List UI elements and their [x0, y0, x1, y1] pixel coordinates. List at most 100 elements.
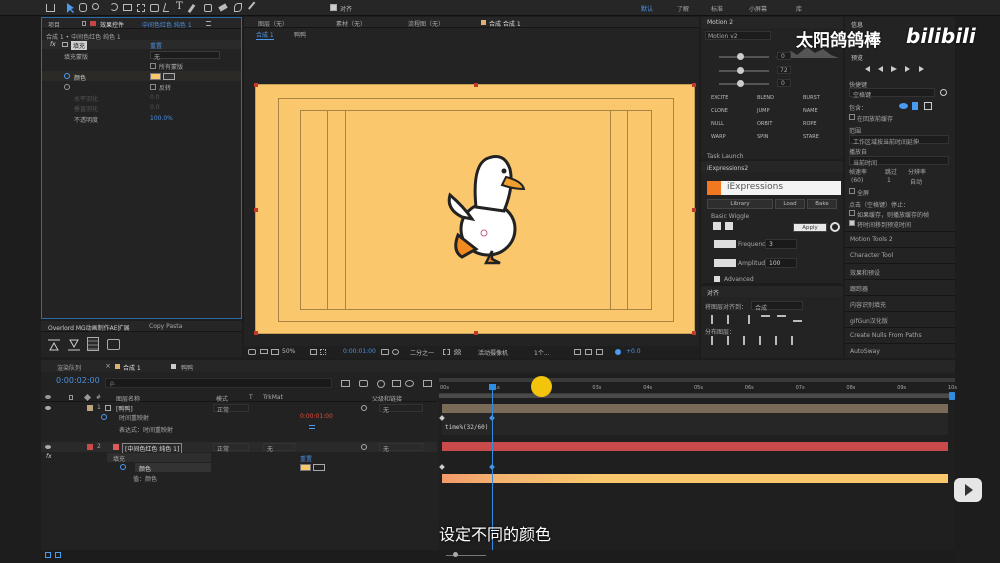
flowchart-icon[interactable] [596, 349, 603, 355]
iexp-bake-tab[interactable]: Bake [807, 199, 837, 209]
frame-blend-icon[interactable] [392, 380, 401, 387]
panel-menu-icon[interactable] [206, 21, 211, 26]
duck-character[interactable] [442, 147, 526, 265]
comp-mini-flowchart-icon[interactable] [341, 380, 350, 387]
motion-btn-burst[interactable]: BURST [803, 95, 820, 101]
fps-value[interactable]: (60) [851, 177, 863, 184]
timeline-color-swatch[interactable] [300, 464, 311, 471]
layer-2-label-color[interactable] [87, 444, 93, 450]
work-area-bar[interactable] [439, 394, 949, 398]
fill-mask-dropdown[interactable]: 无 [150, 51, 220, 61]
status-icon-1[interactable] [45, 552, 51, 558]
motion-btn-orbit[interactable]: ORBIT [757, 121, 772, 127]
layer-1-mode-dropdown[interactable]: 正常 [213, 404, 249, 414]
fit-icon[interactable] [310, 349, 317, 355]
eraser-tool-icon[interactable] [218, 3, 228, 12]
brush-tool-icon[interactable] [187, 3, 196, 14]
motion-btn-warp[interactable]: WARP [711, 134, 726, 140]
expression-enable-icon[interactable] [309, 425, 315, 429]
3d-glasses-icon[interactable] [260, 349, 268, 354]
tab-flowchart-none[interactable]: 流程图（无） [408, 19, 444, 28]
workspace-default[interactable]: 默认 [641, 4, 653, 13]
advanced-toggle-icon[interactable] [714, 276, 720, 282]
camera-dropdown[interactable]: 活动摄像机 [478, 348, 508, 357]
preview-tab[interactable]: 预览 [851, 53, 863, 62]
color-prop-row[interactable]: 颜色 [41, 463, 437, 473]
time-option-checkbox[interactable] [849, 220, 855, 226]
timeline-toggle-icon[interactable] [585, 349, 592, 355]
fill-effect-reset[interactable]: 重置 [300, 454, 312, 463]
align-vcenter-icon[interactable] [777, 315, 786, 322]
tab-composition[interactable]: 合成 合成 1 [489, 19, 521, 28]
zoom-tool-icon[interactable] [92, 3, 99, 10]
iexp-preset-icon-2[interactable] [725, 222, 733, 230]
effect-reset[interactable]: 重置 [150, 41, 162, 50]
composition-canvas[interactable] [254, 83, 696, 335]
h-feather-value[interactable]: 0.0 [150, 94, 160, 101]
timeline-search[interactable]: ρ. [105, 378, 332, 388]
viewer-timecode[interactable]: 0:00:01:00 [343, 348, 376, 355]
handle-bm[interactable] [474, 331, 478, 335]
tab-timeline-duck[interactable]: 鸭鸭 [181, 363, 193, 372]
comp-close-icon[interactable]: × [105, 363, 111, 370]
layer-2-row[interactable]: 2 [中间色红色 纯色 1] 正常 无 无 [41, 442, 437, 454]
transparency-grid-icon[interactable] [454, 349, 461, 355]
include-overlay-icon[interactable] [924, 102, 932, 110]
effect-row-fill[interactable]: fx 填充 重置 [42, 40, 241, 50]
eyedropper-icon[interactable] [163, 73, 175, 80]
layer-2-trkmat-dropdown[interactable]: 无 [263, 443, 295, 453]
motion-version-dropdown[interactable]: Motion v2 [705, 31, 771, 40]
shortcut-dropdown[interactable]: 空格键 [849, 88, 935, 99]
grid-icon[interactable] [320, 349, 326, 355]
prev-frame-icon[interactable] [878, 66, 883, 72]
panel-list-item[interactable]: 内容识别填充 [845, 295, 955, 310]
motion-input-1[interactable]: 0 [777, 52, 791, 60]
fullscreen-checkbox[interactable] [849, 188, 855, 194]
layer-2-mode-dropdown[interactable]: 正常 [213, 443, 249, 453]
iexp-load-tab[interactable]: Load [775, 199, 805, 209]
stopwatch-icon[interactable] [64, 73, 70, 79]
tab-copy-pasta[interactable]: Copy Pasta [149, 323, 182, 330]
expression-text[interactable]: time%(32/60) [445, 424, 488, 431]
selection-tool-icon[interactable] [65, 2, 75, 14]
clone-tool-icon[interactable] [204, 4, 212, 12]
tab-render-queue[interactable]: 渲染队列 [57, 363, 81, 372]
motion-slider-3[interactable] [719, 80, 769, 87]
layer-1-label-color[interactable] [87, 405, 93, 411]
motion-btn-name[interactable]: NAME [803, 108, 818, 114]
frequency-keyframe-icon[interactable] [714, 240, 736, 248]
all-masks-checkbox[interactable] [150, 63, 156, 69]
status-icon-2[interactable] [55, 552, 61, 558]
motion-input-3[interactable]: 0 [777, 79, 791, 87]
overlord-settings-icon[interactable] [107, 339, 120, 350]
snapshot-icon[interactable] [381, 349, 389, 355]
hand-tool-icon[interactable] [79, 3, 87, 12]
subtab-comp[interactable]: 合成 1 [256, 30, 274, 40]
motion-btn-null[interactable]: NULL [711, 121, 724, 127]
home-icon[interactable] [46, 4, 55, 12]
opacity-value[interactable]: 100.0% [150, 115, 173, 122]
overlord-pull-icon[interactable] [67, 339, 81, 351]
range-dropdown[interactable]: 工作区域按当前时间延伸 [849, 135, 949, 146]
align-bottom-icon[interactable] [793, 315, 802, 322]
motion-title[interactable]: Motion 2 [707, 19, 733, 26]
layer-1-row[interactable]: 1 [鸭鸭] 正常 无 [41, 404, 437, 414]
amplitude-keyframe-icon[interactable] [714, 259, 736, 267]
panel-list-item[interactable]: Create Nulls From Paths [845, 327, 955, 342]
tab-overlord[interactable]: Overlord MG动画制作AE扩展 [48, 323, 130, 332]
views-dropdown[interactable]: 1个... [534, 348, 550, 357]
exposure-icon[interactable] [615, 349, 621, 355]
align-left-icon[interactable] [711, 315, 718, 324]
bilibili-tv-icon[interactable] [954, 478, 982, 502]
workspace-learn[interactable]: 了解 [677, 4, 689, 13]
time-remap-stopwatch[interactable] [101, 414, 107, 420]
time-ruler[interactable]: 00s01s02s03s04s05s06s07s08s09s10s [439, 384, 957, 394]
overlord-grid-icon[interactable] [87, 337, 99, 351]
panel-list-item[interactable]: Motion Tools 2 [845, 231, 955, 246]
handle-bl[interactable] [254, 331, 258, 335]
layer-2-bar[interactable] [442, 442, 948, 451]
zoom-dropdown[interactable]: 50% [282, 348, 295, 355]
playhead-handle[interactable] [489, 384, 496, 390]
motion-btn-rope[interactable]: ROPE [803, 121, 817, 127]
layer-2-parent-dropdown[interactable]: 无 [379, 443, 423, 453]
